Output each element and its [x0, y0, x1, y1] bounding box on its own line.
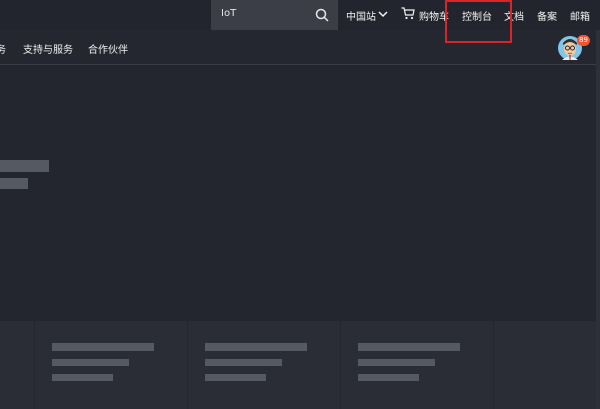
divider — [493, 321, 494, 409]
cart-icon[interactable] — [401, 7, 415, 20]
skeleton-line — [358, 343, 460, 351]
mail-link[interactable]: 邮箱 — [570, 8, 590, 23]
divider — [34, 321, 35, 409]
divider — [340, 321, 341, 409]
search-box[interactable]: IoT — [211, 0, 338, 30]
nav-item-support[interactable]: 支持与服务 — [23, 41, 73, 56]
divider — [187, 321, 188, 409]
skeleton-line — [0, 178, 28, 189]
region-selector[interactable]: 中国站 — [346, 8, 376, 23]
skeleton-line — [52, 374, 113, 381]
skeleton-line — [52, 343, 154, 351]
highlight-box — [445, 0, 512, 43]
skeleton-line — [205, 374, 266, 381]
skeleton-line — [205, 359, 282, 366]
search-input[interactable]: IoT — [221, 8, 236, 19]
skeleton-line — [205, 343, 307, 351]
chevron-down-icon[interactable] — [378, 11, 388, 18]
beian-link[interactable]: 备案 — [537, 8, 557, 23]
skeleton-line — [358, 359, 435, 366]
nav-item-partial[interactable]: 务 — [0, 41, 6, 56]
scrollbar[interactable] — [596, 30, 600, 409]
skeleton-line — [0, 160, 49, 172]
skeleton-line — [358, 374, 419, 381]
nav-item-partners[interactable]: 合作伙伴 — [88, 41, 128, 56]
skeleton-line — [52, 359, 129, 366]
search-icon[interactable] — [315, 8, 329, 22]
notification-badge: 89 — [577, 35, 590, 46]
